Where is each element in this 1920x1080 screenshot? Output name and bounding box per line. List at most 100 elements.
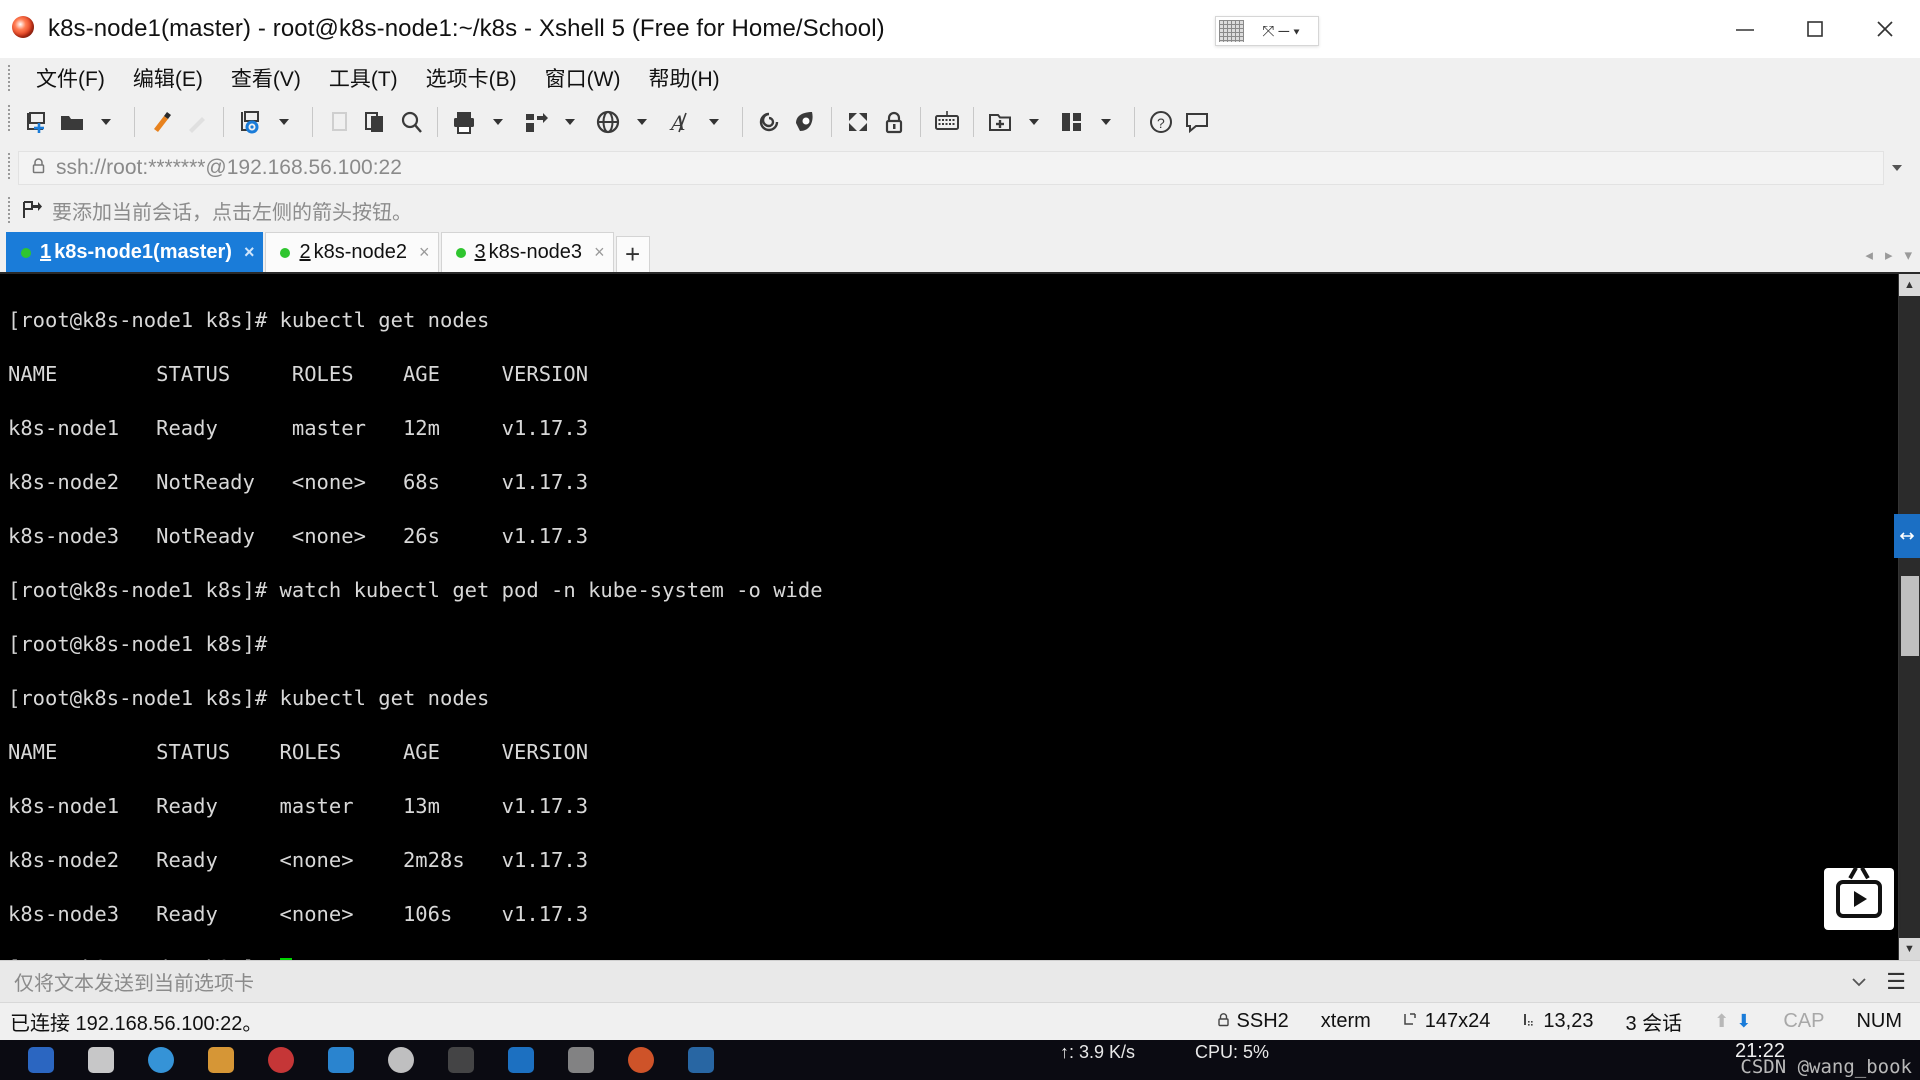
menu-view[interactable]: 查看(V) xyxy=(217,60,315,96)
keyboard-icon[interactable] xyxy=(929,103,965,141)
send-options-hamburger-icon[interactable]: ☰ xyxy=(1878,970,1920,993)
terminal-prompt: [root@k8s-node1 k8s]# xyxy=(8,956,280,960)
address-dropdown-button[interactable] xyxy=(1884,151,1914,185)
status-cursor-position: 13,23 xyxy=(1506,1010,1609,1033)
menu-grip-handle[interactable] xyxy=(7,64,11,92)
taskbar-app-icon[interactable] xyxy=(88,1047,114,1073)
tab-close-icon[interactable]: × xyxy=(244,242,255,263)
scroll-up-arrow-icon[interactable]: ▲ xyxy=(1898,274,1920,296)
address-input[interactable]: ssh://root:*******@192.168.56.100:22 xyxy=(18,151,1884,185)
watermark: CSDN @wang_book xyxy=(1740,1056,1912,1078)
taskbar-app-icon[interactable] xyxy=(568,1047,594,1073)
terminal-scrollbar[interactable]: ▲ ▼ xyxy=(1898,274,1920,960)
tab-index: 2 xyxy=(299,241,311,263)
paste-icon[interactable] xyxy=(357,103,393,141)
taskbar-app-icon[interactable] xyxy=(208,1047,234,1073)
tab-status-dot-icon xyxy=(455,247,466,258)
xshell-logo-icon xyxy=(12,16,38,42)
print-dropdown-caret[interactable] xyxy=(482,103,518,141)
menu-tools[interactable]: 工具(T) xyxy=(315,60,412,96)
tab-k8s-node3[interactable]: 3 k8s-node3 × xyxy=(440,232,614,272)
tab-status-dot-icon xyxy=(280,247,291,258)
tab-k8s-node1-master[interactable]: 1 k8s-node1(master) × xyxy=(6,232,264,272)
hint-grip-handle[interactable] xyxy=(7,196,11,224)
folder-dropdown-caret[interactable] xyxy=(90,103,126,141)
menu-edit[interactable]: 编辑(E) xyxy=(119,60,217,96)
tab-close-icon[interactable]: × xyxy=(594,242,605,263)
web-browser-icon[interactable] xyxy=(590,103,626,141)
taskbar-app-icon[interactable] xyxy=(628,1047,654,1073)
address-grip-handle[interactable] xyxy=(7,152,11,180)
taskbar-app-icon[interactable] xyxy=(28,1047,54,1073)
connect-icon[interactable] xyxy=(143,103,179,141)
scrollbar-track[interactable] xyxy=(1898,296,1920,938)
help-icon[interactable]: ? xyxy=(1143,103,1179,141)
open-folder-icon[interactable] xyxy=(54,103,90,141)
tab-close-icon[interactable]: × xyxy=(419,242,430,263)
window-snap-badge[interactable]: ⤧ ─ ▾ xyxy=(1215,16,1319,46)
terminal-line: [root@k8s-node1 k8s]# watch kubectl get … xyxy=(8,578,823,602)
properties-dropdown-caret[interactable] xyxy=(268,103,304,141)
tab-list-menu-icon[interactable]: ▾ xyxy=(1904,246,1912,264)
taskbar-app-icon[interactable] xyxy=(508,1047,534,1073)
send-dropdown-icon[interactable] xyxy=(1840,972,1878,992)
session-properties-icon[interactable] xyxy=(232,103,268,141)
font-dropdown-caret[interactable] xyxy=(698,103,734,141)
main-toolbar: A ? xyxy=(0,98,1920,146)
menu-window[interactable]: 窗口(W) xyxy=(531,60,635,96)
taskbar-app-icon[interactable] xyxy=(328,1047,354,1073)
terminal-line: NAME STATUS ROLES AGE VERSION xyxy=(8,362,589,386)
menu-help[interactable]: 帮助(H) xyxy=(634,60,733,96)
tab-k8s-node2[interactable]: 2 k8s-node2 × xyxy=(265,232,439,272)
menu-bar: 文件(F) 编辑(E) 查看(V) 工具(T) 选项卡(B) 窗口(W) 帮助(… xyxy=(0,58,1920,98)
terminal-line: k8s-node2 NotReady <none> 68s v1.17.3 xyxy=(8,470,589,494)
lock-icon[interactable] xyxy=(876,103,912,141)
toolbar-grip-handle[interactable] xyxy=(7,104,11,132)
terminal-line: [root@k8s-node1 k8s]# kubectl get nodes xyxy=(8,308,490,332)
print-icon[interactable] xyxy=(446,103,482,141)
tab-scroll-right-icon[interactable]: ▸ xyxy=(1885,246,1893,264)
web-dropdown-caret[interactable] xyxy=(626,103,662,141)
feedback-icon[interactable] xyxy=(1179,103,1215,141)
close-button[interactable] xyxy=(1850,0,1920,58)
taskbar-app-icon[interactable] xyxy=(388,1047,414,1073)
send-command-input[interactable]: 仅将文本发送到当前选项卡 xyxy=(14,967,254,996)
fullscreen-icon[interactable] xyxy=(840,103,876,141)
status-screen-size: 147x24 xyxy=(1387,1010,1507,1033)
terminal-output[interactable]: [root@k8s-node1 k8s]# kubectl get nodes … xyxy=(0,274,1898,960)
new-tab-button[interactable]: + xyxy=(615,236,650,272)
copy-icon[interactable] xyxy=(321,103,357,141)
floating-video-widget[interactable] xyxy=(1824,868,1894,930)
layout-dropdown-caret[interactable] xyxy=(1090,103,1126,141)
menu-tabs[interactable]: 选项卡(B) xyxy=(412,60,531,96)
status-num-lock: NUM xyxy=(1856,1010,1902,1032)
transfer-dropdown-caret[interactable] xyxy=(554,103,590,141)
new-session-icon[interactable] xyxy=(18,103,54,141)
taskbar-app-icon[interactable] xyxy=(448,1047,474,1073)
taskbar-app-icon[interactable] xyxy=(268,1047,294,1073)
disconnect-icon[interactable] xyxy=(179,103,215,141)
side-panel-toggle[interactable] xyxy=(1894,514,1920,558)
tab-status-dot-icon xyxy=(21,247,31,258)
find-icon[interactable] xyxy=(393,103,429,141)
tab-scroll-left-icon[interactable]: ◂ xyxy=(1865,246,1873,264)
scroll-down-arrow-icon[interactable]: ▼ xyxy=(1898,938,1920,960)
new-tab-icon[interactable] xyxy=(982,103,1018,141)
scrollbar-thumb[interactable] xyxy=(1900,576,1919,656)
transfer-file-icon[interactable] xyxy=(518,103,554,141)
minimize-button[interactable] xyxy=(1710,0,1780,58)
taskbar-app-icon[interactable] xyxy=(688,1047,714,1073)
status-terminal-type: xterm xyxy=(1305,1010,1387,1033)
tab-scroll-controls: ◂ ▸ ▾ xyxy=(1865,246,1912,264)
font-icon[interactable]: A xyxy=(662,103,698,141)
cursor-position-label: 13,23 xyxy=(1543,1010,1594,1032)
new-tab-dropdown-caret[interactable] xyxy=(1018,103,1054,141)
taskbar-app-icon[interactable] xyxy=(148,1047,174,1073)
layout-icon[interactable] xyxy=(1054,103,1090,141)
xagent-icon[interactable] xyxy=(787,103,823,141)
maximize-button[interactable] xyxy=(1780,0,1850,58)
xftp-icon[interactable] xyxy=(751,103,787,141)
status-transfer-indicators: ⬆ ⬇ xyxy=(1698,1011,1767,1032)
add-session-arrow-icon[interactable] xyxy=(22,201,42,219)
menu-file[interactable]: 文件(F) xyxy=(22,60,119,96)
